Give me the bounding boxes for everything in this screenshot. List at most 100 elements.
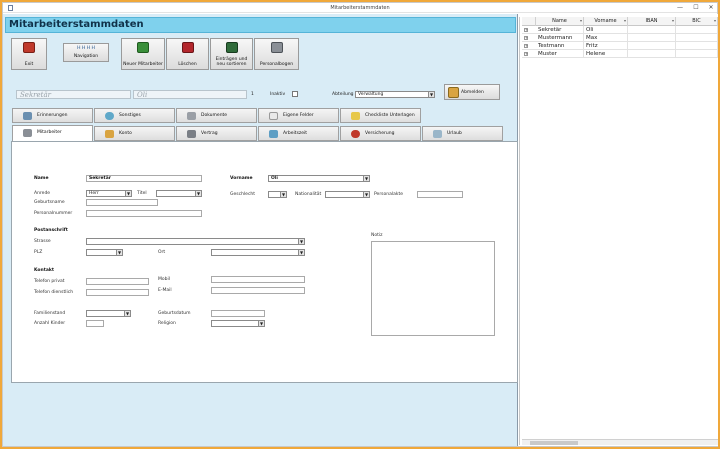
tab-urlaub[interactable]: Urlaub <box>422 126 503 141</box>
geburtsdatum-label: Geburtsdatum <box>158 311 191 316</box>
filter-dropdown-icon: ▾ <box>671 18 674 23</box>
exit-button[interactable]: Exit <box>11 38 47 70</box>
cell-iban <box>628 42 676 50</box>
expand-icon[interactable]: + <box>524 44 528 48</box>
delete-user-icon <box>181 42 194 53</box>
navigation-button[interactable]: H H H H Navigation <box>63 43 109 62</box>
department-label: Abteilung <box>332 92 354 97</box>
personnel-form-button[interactable]: Personalbogen <box>254 38 299 70</box>
horizontal-scrollbar[interactable] <box>522 439 718 445</box>
cell-bic <box>676 34 718 42</box>
close-button[interactable]: ✕ <box>706 4 716 12</box>
col-header-iban[interactable]: IBAN ▾ <box>628 17 676 26</box>
geburtsname-input[interactable] <box>86 199 158 206</box>
vorname-select[interactable]: Oli ▼ <box>268 175 370 182</box>
chart-icon <box>433 130 442 138</box>
tab-eigene-felder[interactable]: Eigene Felder <box>258 108 339 123</box>
telefon-privat-input[interactable] <box>86 278 149 285</box>
chevron-down-icon: ▼ <box>125 191 131 196</box>
col-header-vorname[interactable]: Vorname ▾ <box>584 17 628 26</box>
tab-arbeitszeit[interactable]: Arbeitszeit <box>258 126 339 141</box>
tab-sonstiges[interactable]: Sonstiges <box>94 108 175 123</box>
notiz-textarea[interactable] <box>371 241 495 336</box>
tab-label: Mitarbeiter <box>37 130 62 135</box>
tab-versicherung[interactable]: Versicherung <box>340 126 421 141</box>
tab-erinnerungen[interactable]: Erinnerungen <box>12 108 93 123</box>
tab-label: Sonstiges <box>119 113 141 118</box>
tab-label: Dokumente <box>201 113 228 118</box>
plz-select[interactable]: ▼ <box>86 249 123 256</box>
expand-icon[interactable]: + <box>524 52 528 56</box>
telefon-privat-label: Telefon privat <box>34 279 65 284</box>
table-row[interactable]: + Muster Helene <box>522 50 718 58</box>
personalakte-input[interactable] <box>417 191 463 198</box>
document-icon <box>187 112 196 120</box>
nationalitaet-select[interactable]: ▼ <box>325 191 370 198</box>
tab-label: Urlaub <box>447 131 462 136</box>
cell-iban <box>628 26 676 34</box>
expand-icon[interactable]: + <box>524 28 528 32</box>
table-row[interactable]: + Sekretär Oli <box>522 26 718 34</box>
filter-dropdown-icon: ▾ <box>579 18 582 23</box>
sort-entries-button[interactable]: Einträgen und neu sortieren <box>210 38 253 70</box>
geschlecht-select[interactable]: ▼ <box>268 191 287 198</box>
col-header-bic[interactable]: BIC ▾ <box>676 17 718 26</box>
strasse-label: Strasse <box>34 239 51 244</box>
tab-checkliste[interactable]: Checkliste Unterlagen <box>340 108 421 123</box>
vorname-label: Vorname <box>230 176 253 181</box>
grid-header: Name ▾ Vorname ▾ IBAN ▾ BIC ▾ <box>522 17 718 26</box>
personalnummer-label: Personalnummer <box>34 211 73 216</box>
maximize-button[interactable]: ☐ <box>691 4 701 12</box>
chevron-down-icon: ▼ <box>280 192 286 197</box>
geburtsdatum-input[interactable] <box>211 310 265 317</box>
mobil-input[interactable] <box>211 276 305 283</box>
anrede-select[interactable]: Herr ▼ <box>86 190 132 197</box>
minimize-button[interactable]: — <box>675 4 685 12</box>
telefon-dienstlich-input[interactable] <box>86 289 149 296</box>
deregister-label: Abmelden <box>461 90 484 95</box>
email-input[interactable] <box>211 287 305 294</box>
kontakt-label: Kontakt <box>34 268 55 273</box>
cell-vorname: Max <box>584 34 628 42</box>
scrollbar-thumb[interactable] <box>530 441 578 445</box>
geburtsname-label: Geburtsname <box>34 200 65 205</box>
checklist-icon <box>351 112 360 120</box>
anzahl-kinder-input[interactable] <box>86 320 104 327</box>
delete-label: Löschen <box>178 62 197 67</box>
col-header-label: BIC <box>692 18 701 24</box>
tab-konto[interactable]: Konto <box>94 126 175 141</box>
add-user-icon <box>137 42 149 53</box>
familienstand-select[interactable]: ▼ <box>86 310 131 317</box>
strasse-select[interactable]: ▼ <box>86 238 305 245</box>
tab-vertrag[interactable]: Vertrag <box>176 126 257 141</box>
telefon-dienstlich-label: Telefon dienstlich <box>34 290 74 295</box>
inactive-checkbox[interactable] <box>292 91 298 97</box>
name-display: Sekretär <box>16 90 131 99</box>
table-row[interactable]: + Testmann Fritz <box>522 42 718 50</box>
globe-icon <box>105 112 114 120</box>
personalnummer-input[interactable] <box>86 210 202 217</box>
tab-mitarbeiter[interactable]: Mitarbeiter <box>12 125 93 142</box>
chevron-down-icon: ▼ <box>363 192 369 197</box>
name-input[interactable]: Sekretär <box>86 175 202 182</box>
col-header-name[interactable]: Name ▾ <box>536 17 584 26</box>
new-employee-button[interactable]: Neuer Mitarbeiter <box>121 38 165 70</box>
religion-select[interactable]: ▼ <box>211 320 265 327</box>
ort-select[interactable]: ▼ <box>211 249 305 256</box>
chevron-down-icon: ▼ <box>195 191 201 196</box>
delete-button[interactable]: Löschen <box>166 38 209 70</box>
deregister-button[interactable]: Abmelden <box>444 84 500 100</box>
department-select[interactable]: Verwaltung ▼ <box>355 91 435 98</box>
cell-name: Muster <box>536 50 584 58</box>
expand-icon[interactable]: + <box>524 36 528 40</box>
printer-icon <box>270 42 283 53</box>
familienstand-label: Familienstand <box>34 311 66 316</box>
titel-select[interactable]: ▼ <box>156 190 202 197</box>
splitter[interactable] <box>519 17 520 445</box>
tab-dokumente[interactable]: Dokumente <box>176 108 257 123</box>
filter-dropdown-icon: ▾ <box>623 18 626 23</box>
table-row[interactable]: + Mustermann Max <box>522 34 718 42</box>
sort-entries-label: Einträgen und neu sortieren <box>215 57 248 67</box>
record-counter: 1 <box>251 92 254 97</box>
geschlecht-label: Geschlecht <box>230 192 256 197</box>
